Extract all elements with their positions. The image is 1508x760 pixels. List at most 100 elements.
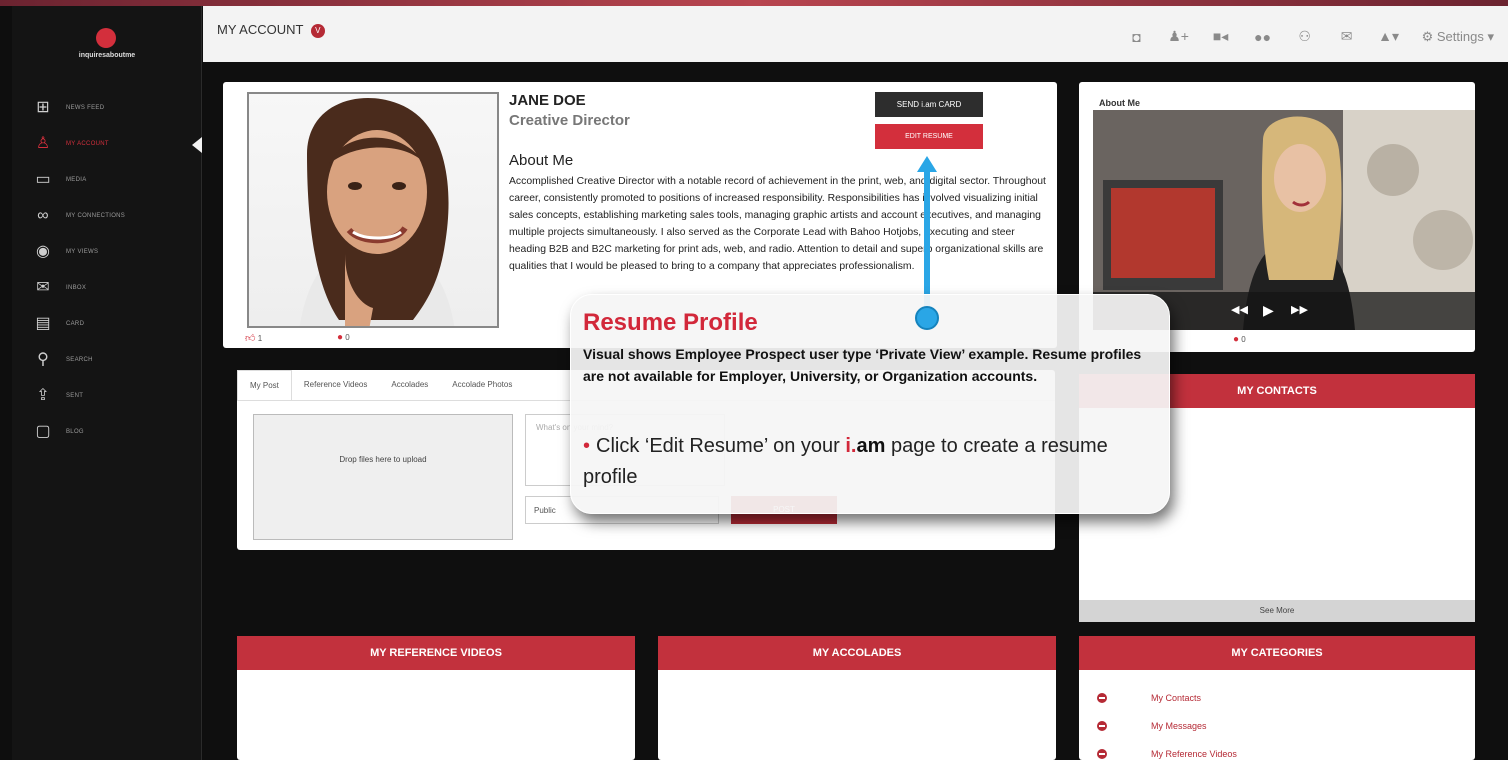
play-icon[interactable]: ▶ [1263, 302, 1274, 319]
video-comments-value: 0 [1241, 335, 1246, 344]
remove-circle-icon[interactable] [1097, 721, 1107, 731]
profile-name: JANE DOE [509, 92, 586, 109]
upload-dropzone[interactable]: Drop files here to upload [253, 414, 513, 540]
sidebar-item-media[interactable]: ▭ MEDIA [12, 162, 202, 198]
sidebar-item-label: MY ACCOUNT [66, 141, 109, 147]
edit-resume-button[interactable]: EDIT RESUME [875, 124, 983, 149]
chat-icon[interactable]: ●● [1242, 29, 1284, 45]
categories-list: My Contacts My Messages My Reference Video… [1097, 684, 1237, 760]
top-bar: MY ACCOUNT V ◘ ♟+ ■◂ ●● ⚇ ✉ ▲▾ ⚙ Setting… [203, 6, 1508, 62]
sidebar-item-search[interactable]: ⚲ SEARCH [12, 342, 202, 378]
my-accolades-header: MY ACCOLADES [658, 636, 1056, 670]
share-icon: ⇪ [36, 387, 50, 404]
brand-i: i. [845, 435, 857, 457]
sidebar-item-label: CARD [66, 321, 85, 327]
rewind-icon[interactable]: ◀◀ [1231, 303, 1248, 316]
bullet-prefix: Click ‘Edit Resume’ on your [596, 435, 846, 457]
brand-am: am [856, 435, 886, 457]
eye-icon: ◉ [36, 243, 50, 260]
sidebar-item-label: MY VIEWS [66, 249, 99, 255]
page-title: MY ACCOUNT V [217, 22, 325, 38]
sidebar-nav: ⊞ NEWS FEED ♙ MY ACCOUNT ▭ MEDIA ∞ MY CONNECTIO… [12, 90, 202, 450]
monitor-icon: ▭ [35, 171, 51, 188]
comment-icon: ● [337, 332, 344, 343]
video-title: About Me [1099, 98, 1140, 108]
post-tabs: My Post Reference Videos Accolades Accolade… [237, 370, 524, 400]
app-frame: inquiresaboutme ⊞ NEWS FEED ♙ MY ACCOUNT ▭ ME… [0, 0, 1508, 760]
sidebar-item-blog[interactable]: ▢ BLOG [12, 414, 202, 450]
callout-bullet: • Click ‘Edit Resume’ on your i.am page t… [583, 431, 1143, 493]
tab-accolade-photos[interactable]: Accolade Photos [440, 370, 524, 400]
remove-circle-icon[interactable] [1097, 693, 1107, 703]
page-title-text: MY ACCOUNT [217, 22, 304, 37]
mail-icon: ✉ [36, 279, 50, 296]
sidebar-item-news-feed[interactable]: ⊞ NEWS FEED [12, 90, 202, 126]
sidebar-item-label: MY CONNECTIONS [66, 213, 126, 219]
tab-my-post[interactable]: My Post [237, 370, 292, 400]
profile-photo[interactable] [247, 92, 499, 328]
callout-arrow-dot [915, 306, 939, 330]
category-item[interactable]: My Reference Videos [1097, 740, 1237, 760]
about-heading: About Me [509, 152, 574, 169]
card-icon: ▤ [35, 315, 51, 332]
sidebar-item-card[interactable]: ▤ CARD [12, 306, 202, 342]
callout-heading: Resume Profile [583, 309, 758, 336]
user-icon: ♙ [35, 135, 51, 152]
add-user-icon[interactable]: ♟+ [1158, 28, 1200, 45]
sidebar-item-inbox[interactable]: ✉ INBOX [12, 270, 202, 306]
settings-menu[interactable]: ⚙ Settings ▾ [1422, 29, 1494, 45]
sidebar-item-label: SEARCH [66, 357, 93, 363]
send-card-button[interactable]: SEND i.am CARD [875, 92, 983, 117]
profile-role: Creative Director [509, 112, 630, 129]
comment-icon: ● [1233, 334, 1240, 345]
category-item[interactable]: My Messages [1097, 712, 1237, 740]
sidebar-item-label: INBOX [66, 285, 87, 291]
link-icon: ∞ [37, 207, 49, 224]
camera-icon[interactable]: ◘ [1116, 29, 1158, 45]
group-icon[interactable]: ⚇ [1284, 28, 1326, 45]
envelope-icon[interactable]: ✉ [1326, 28, 1368, 45]
tab-reference-videos[interactable]: Reference Videos [292, 370, 379, 400]
sidebar: inquiresaboutme ⊞ NEWS FEED ♙ MY ACCOUNT ▭ ME… [12, 6, 202, 760]
sidebar-item-sent[interactable]: ⇪ SENT [12, 378, 202, 414]
news-feed-icon: ⊞ [36, 99, 50, 116]
video-comments-count[interactable]: ● 0 [1233, 334, 1246, 345]
likes-value: 1 [257, 334, 263, 343]
fast-forward-icon[interactable]: ▶▶ [1291, 303, 1308, 316]
bell-icon[interactable]: ▲▾ [1368, 28, 1410, 45]
active-pointer-icon [192, 137, 202, 153]
see-more-button[interactable]: See More [1079, 600, 1475, 622]
my-reference-videos-header: MY REFERENCE VIDEOS [237, 636, 635, 670]
brand-mark-icon [96, 28, 116, 48]
about-text: Accomplished Creative Director with a no… [509, 176, 1046, 272]
my-accolades-card: MY ACCOLADES [658, 636, 1056, 760]
resume-profile-callout: Resume Profile Visual shows Employee Pro… [570, 294, 1170, 514]
sidebar-item-label: SENT [66, 393, 84, 399]
category-label: My Contacts [1151, 693, 1202, 703]
comments-count[interactable]: ● 0 [337, 332, 350, 343]
search-icon: ⚲ [37, 351, 49, 368]
tab-accolades[interactable]: Accolades [379, 370, 440, 400]
callout-subtext: Visual shows Employee Prospect user type… [583, 346, 1142, 384]
category-label: My Messages [1151, 721, 1207, 731]
sidebar-item-my-connections[interactable]: ∞ MY CONNECTIONS [12, 198, 202, 234]
top-icons: ◘ ♟+ ■◂ ●● ⚇ ✉ ▲▾ ⚙ Settings ▾ [1116, 28, 1494, 45]
sidebar-item-label: MEDIA [66, 177, 87, 183]
verified-badge-icon: V [310, 24, 325, 38]
my-categories-card: MY CATEGORIES My Contacts My Messages My R… [1079, 636, 1475, 760]
settings-label: Settings [1436, 28, 1484, 44]
video-icon[interactable]: ■◂ [1200, 28, 1242, 45]
brand-name: inquiresaboutme [78, 52, 136, 59]
blog-icon: ▢ [35, 423, 51, 440]
sidebar-item-label: NEWS FEED [66, 105, 105, 111]
comments-value: 0 [345, 333, 350, 342]
sidebar-item-my-views[interactable]: ◉ MY VIEWS [12, 234, 202, 270]
brand-logo[interactable]: inquiresaboutme [12, 16, 202, 68]
sidebar-item-my-account[interactable]: ♙ MY ACCOUNT [12, 126, 202, 162]
likes-count[interactable]: 👍︎ 1 [245, 332, 262, 344]
remove-circle-icon[interactable] [1097, 749, 1107, 759]
my-categories-header: MY CATEGORIES [1079, 636, 1475, 670]
sidebar-item-label: BLOG [66, 429, 84, 435]
category-item[interactable]: My Contacts [1097, 684, 1237, 712]
my-reference-videos-card: MY REFERENCE VIDEOS [237, 636, 635, 760]
